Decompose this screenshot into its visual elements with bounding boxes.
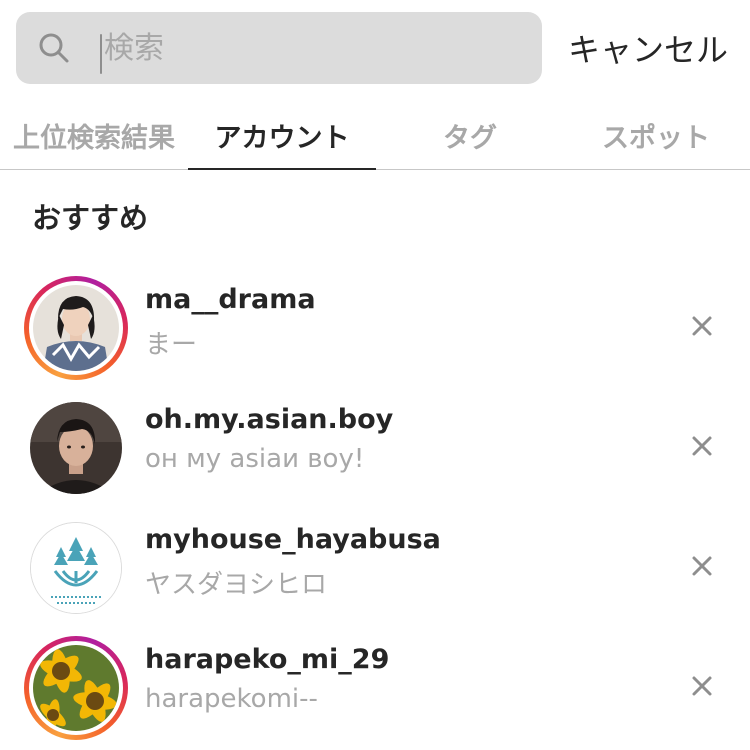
search-icon (39, 33, 69, 63)
avatar-image (33, 645, 119, 731)
avatar-image (30, 522, 122, 614)
account-row[interactable]: harapeko_mi_29 harapekomi-- (0, 622, 750, 742)
search-header: キャンセル (0, 0, 750, 100)
avatar[interactable] (24, 396, 128, 500)
close-icon[interactable] (684, 668, 720, 704)
account-full-name: он мy asiaи вoy! (145, 444, 365, 474)
account-full-name: まー (145, 330, 198, 360)
avatar-image (30, 402, 122, 494)
account-full-name: harapekomi-- (145, 684, 318, 714)
search-input[interactable] (100, 12, 520, 84)
avatar-image (33, 285, 119, 371)
account-username[interactable]: ma__drama (145, 284, 316, 315)
avatar[interactable] (24, 516, 128, 620)
avatar[interactable] (24, 636, 128, 740)
active-tab-indicator (188, 168, 376, 170)
account-full-name: ヤスダヨシヒロ (145, 570, 328, 600)
tab-places[interactable]: スポット (562, 100, 750, 170)
close-icon[interactable] (684, 428, 720, 464)
search-tabs: 上位検索結果 アカウント タグ スポット (0, 100, 750, 170)
cancel-button[interactable]: キャンセル (560, 12, 736, 84)
tab-accounts[interactable]: アカウント (188, 100, 376, 170)
account-row[interactable]: myhouse_hayabusa ヤスダヨシヒロ (0, 502, 750, 622)
avatar[interactable] (24, 276, 128, 380)
account-username[interactable]: harapeko_mi_29 (145, 644, 389, 675)
section-title: おすすめ (32, 201, 149, 235)
close-icon[interactable] (684, 548, 720, 584)
search-box[interactable] (16, 12, 542, 84)
account-row[interactable]: oh.my.asian.boy он мy asiaи вoy! (0, 382, 750, 502)
tab-tags[interactable]: タグ (376, 100, 564, 170)
close-icon[interactable] (684, 308, 720, 344)
account-username[interactable]: oh.my.asian.boy (145, 404, 393, 435)
account-username[interactable]: myhouse_hayabusa (145, 524, 441, 555)
account-row[interactable]: ma__drama まー (0, 262, 750, 382)
tab-top[interactable]: 上位検索結果 (0, 100, 188, 170)
